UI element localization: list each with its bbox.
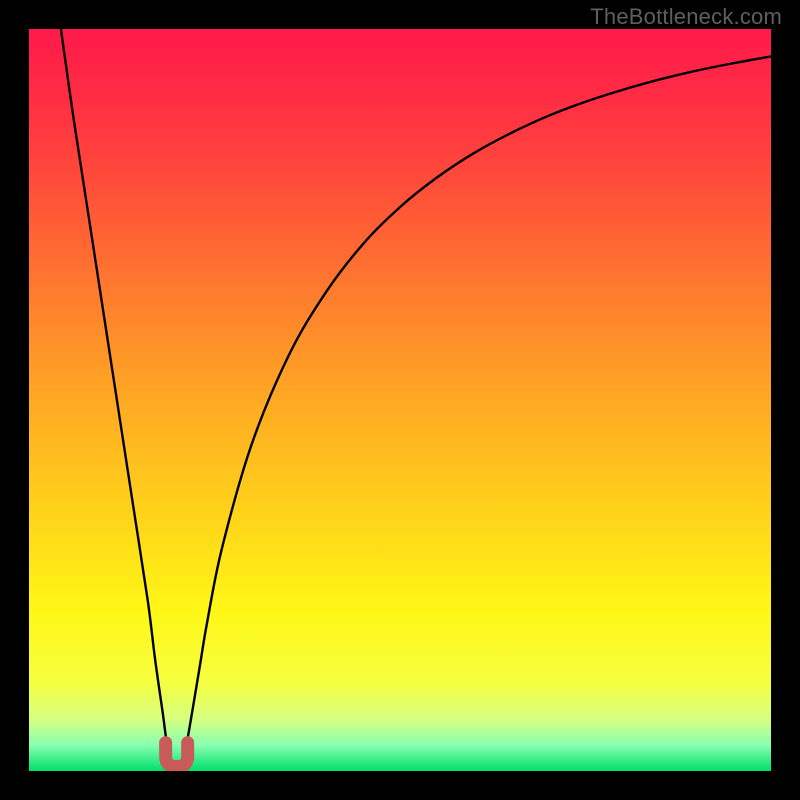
gradient-background	[29, 29, 771, 771]
watermark-text: TheBottleneck.com	[590, 4, 782, 30]
plot-area	[29, 29, 771, 771]
bottleneck-chart	[29, 29, 771, 771]
chart-frame: TheBottleneck.com	[0, 0, 800, 800]
